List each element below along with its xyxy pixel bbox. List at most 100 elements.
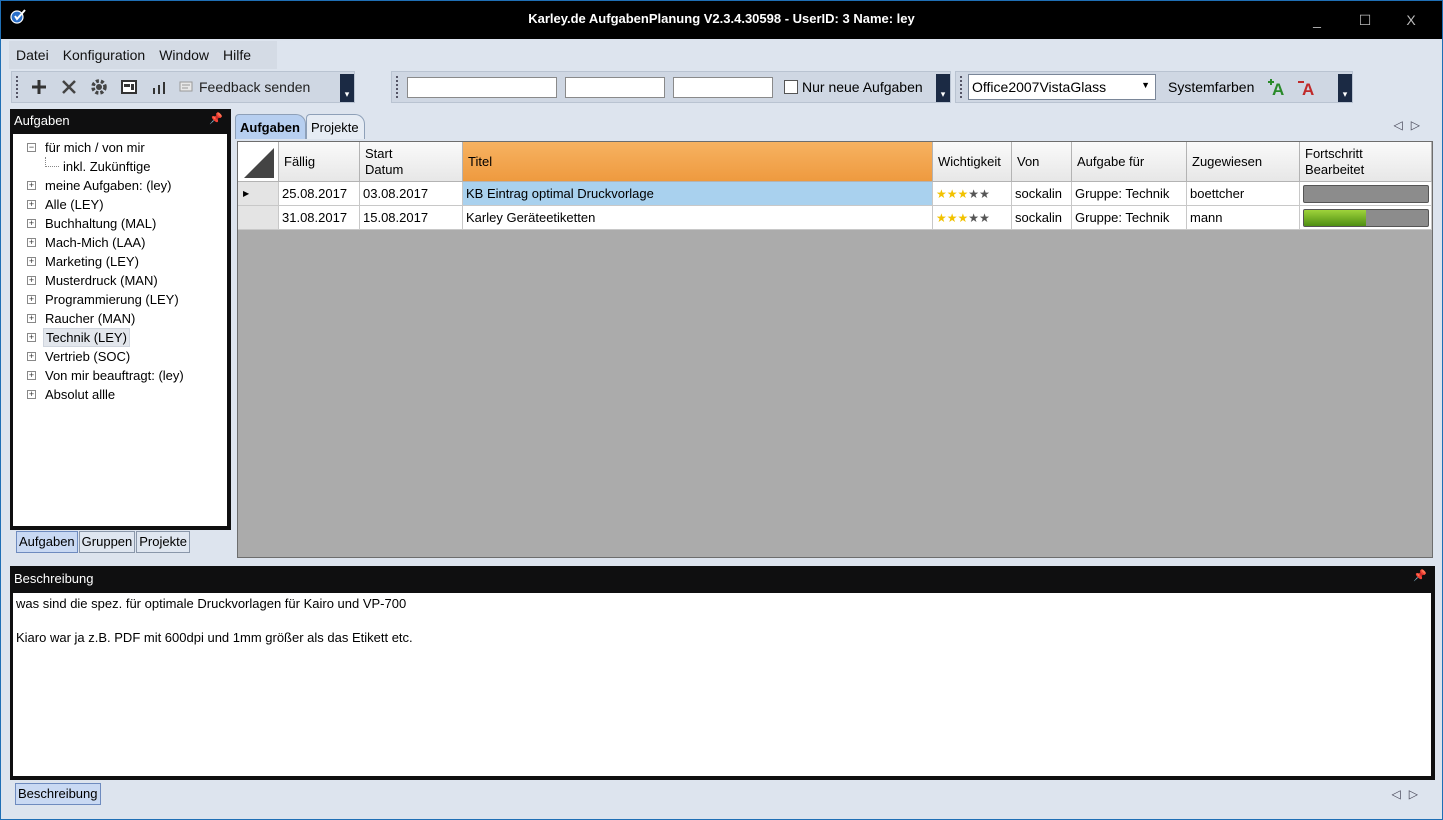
new-tasks-checkbox[interactable] xyxy=(784,80,798,94)
toolbar-overflow-button[interactable]: ▾ xyxy=(340,74,354,102)
menu-hilfe[interactable]: Hilfe xyxy=(216,47,258,63)
select-all-corner[interactable] xyxy=(238,142,279,182)
feedback-button[interactable]: Feedback senden xyxy=(174,79,314,95)
row-indicator-icon[interactable] xyxy=(238,206,279,230)
column-header-von[interactable]: Von xyxy=(1012,142,1072,182)
filter-input-3[interactable] xyxy=(673,76,773,98)
cell-aufgabe-fuer[interactable]: Gruppe: Technik xyxy=(1072,206,1187,230)
toolbar-grip[interactable] xyxy=(396,76,400,98)
statistics-button[interactable] xyxy=(144,74,174,100)
cell-zugewiesen[interactable]: mann xyxy=(1187,206,1300,230)
theme-select[interactable]: Office2007VistaGlass ▼ xyxy=(968,74,1156,100)
delete-button[interactable] xyxy=(54,74,84,100)
expand-icon[interactable]: + xyxy=(27,352,36,361)
cell-fortschritt[interactable] xyxy=(1300,182,1432,206)
tree-node[interactable]: inkl. Zukünftige xyxy=(45,156,152,176)
tab-gruppen[interactable]: Gruppen xyxy=(78,531,136,553)
column-header-start[interactable]: Start Datum xyxy=(360,142,463,182)
menu-window[interactable]: Window xyxy=(152,47,216,63)
toolbar-overflow-button[interactable]: ▾ xyxy=(1338,74,1352,102)
expand-icon[interactable]: + xyxy=(27,390,36,399)
tree-node[interactable]: + Alle (LEY) xyxy=(27,195,106,214)
cell-von[interactable]: sockalin xyxy=(1012,182,1072,206)
column-header-aufgabe-fuer[interactable]: Aufgabe für xyxy=(1072,142,1187,182)
cell-start[interactable]: 15.08.2017 xyxy=(360,206,463,230)
tree-node[interactable]: + Musterdruck (MAN) xyxy=(27,271,160,290)
table-row[interactable]: ▶ 25.08.2017 03.08.2017 KB Eintrag optim… xyxy=(238,182,1432,206)
cell-von[interactable]: sockalin xyxy=(1012,206,1072,230)
cell-titel[interactable]: Karley Geräteetiketten xyxy=(463,206,933,230)
tree-node-label: für mich / von mir xyxy=(45,140,145,155)
tree-node[interactable]: + Buchhaltung (MAL) xyxy=(27,214,158,233)
column-header-titel[interactable]: Titel xyxy=(463,142,933,182)
cell-zugewiesen[interactable]: boettcher xyxy=(1187,182,1300,206)
settings-button[interactable] xyxy=(84,74,114,100)
cell-wichtigkeit[interactable]: ★ ★ ★ ★ ★ xyxy=(933,182,1012,206)
star-empty-icon: ★ xyxy=(979,186,990,201)
tab-beschreibung[interactable]: Beschreibung xyxy=(15,783,101,805)
tab-aufgaben[interactable]: Aufgaben xyxy=(16,531,78,553)
expand-icon[interactable]: + xyxy=(27,219,36,228)
font-larger-button[interactable]: A xyxy=(1264,74,1294,100)
tab-projekte[interactable]: Projekte xyxy=(136,531,190,553)
description-text-area[interactable]: was sind die spez. für optimale Druckvor… xyxy=(13,593,1431,776)
tree-node[interactable]: + Von mir beauftragt: (ley) xyxy=(27,366,186,385)
tab-scroll-arrows[interactable]: ◁▷ xyxy=(1394,118,1428,132)
expand-icon[interactable]: + xyxy=(27,257,36,266)
cell-start[interactable]: 03.08.2017 xyxy=(360,182,463,206)
add-button[interactable] xyxy=(24,74,54,100)
tree-node[interactable]: + Vertrieb (SOC) xyxy=(27,347,132,366)
expand-icon[interactable]: + xyxy=(27,276,36,285)
expand-icon[interactable]: + xyxy=(27,181,36,190)
expand-icon[interactable]: + xyxy=(27,333,36,342)
cell-aufgabe-fuer[interactable]: Gruppe: Technik xyxy=(1072,182,1187,206)
table-row[interactable]: 31.08.2017 15.08.2017 Karley Geräteetike… xyxy=(238,206,1432,230)
tree-node[interactable]: + Raucher (MAN) xyxy=(27,309,137,328)
menu-konfiguration[interactable]: Konfiguration xyxy=(56,47,153,63)
new-tasks-label: Nur neue Aufgaben xyxy=(802,79,923,95)
description-panel: Beschreibung 📌 was sind die spez. für op… xyxy=(10,566,1435,780)
tree-node[interactable]: + Programmierung (LEY) xyxy=(27,290,181,309)
tree-node-selected[interactable]: + Technik (LEY) xyxy=(27,328,130,347)
tree-node[interactable]: + meine Aufgaben: (ley) xyxy=(27,176,173,195)
bottom-scroll-arrows[interactable]: ◁▷ xyxy=(1392,787,1426,801)
chevron-down-icon: ▼ xyxy=(1141,80,1150,90)
tab-projekte-main[interactable]: Projekte xyxy=(305,114,365,139)
title-bar[interactable]: Karley.de AufgabenPlanung V2.3.4.30598 -… xyxy=(1,1,1442,39)
column-header-wichtigkeit[interactable]: Wichtigkeit xyxy=(933,142,1012,182)
menu-datei[interactable]: Datei xyxy=(9,47,56,63)
star-filled-icon: ★ xyxy=(936,210,947,225)
cell-faellig[interactable]: 25.08.2017 xyxy=(279,182,360,206)
column-header-faellig[interactable]: Fällig xyxy=(279,142,360,182)
pin-icon[interactable]: 📌 xyxy=(209,112,223,125)
expand-icon[interactable]: + xyxy=(27,314,36,323)
toolbar-overflow-button[interactable]: ▾ xyxy=(936,74,950,102)
pin-icon[interactable]: 📌 xyxy=(1413,569,1427,582)
filter-input-2[interactable] xyxy=(565,76,665,98)
expand-icon[interactable]: + xyxy=(27,238,36,247)
tab-aufgaben-main[interactable]: Aufgaben xyxy=(235,114,306,139)
cell-wichtigkeit[interactable]: ★ ★ ★ ★ ★ xyxy=(933,206,1012,230)
filter-input-1[interactable] xyxy=(407,76,557,98)
toolbar-grip[interactable] xyxy=(960,76,964,98)
row-indicator-icon[interactable]: ▶ xyxy=(238,182,279,206)
expand-icon[interactable]: + xyxy=(27,200,36,209)
column-header-zugewiesen[interactable]: Zugewiesen xyxy=(1187,142,1300,182)
font-smaller-button[interactable]: A xyxy=(1294,74,1324,100)
tree-node[interactable]: − für mich / von mir xyxy=(27,138,147,157)
maximize-button[interactable]: ☐ xyxy=(1350,9,1380,31)
minimize-button[interactable]: _ xyxy=(1302,9,1332,31)
tree-node[interactable]: + Mach-Mich (LAA) xyxy=(27,233,147,252)
collapse-icon[interactable]: − xyxy=(27,143,36,152)
cell-titel[interactable]: KB Eintrag optimal Druckvorlage xyxy=(463,182,933,206)
tree-node[interactable]: + Marketing (LEY) xyxy=(27,252,141,271)
expand-icon[interactable]: + xyxy=(27,295,36,304)
expand-icon[interactable]: + xyxy=(27,371,36,380)
tree-node[interactable]: + Absolut allle xyxy=(27,385,117,404)
close-button[interactable]: X xyxy=(1396,9,1426,31)
cell-fortschritt[interactable] xyxy=(1300,206,1432,230)
print-button[interactable] xyxy=(114,74,144,100)
cell-faellig[interactable]: 31.08.2017 xyxy=(279,206,360,230)
toolbar-grip[interactable] xyxy=(16,76,20,98)
column-header-fortschritt[interactable]: Fortschritt Bearbeitet xyxy=(1300,142,1432,182)
